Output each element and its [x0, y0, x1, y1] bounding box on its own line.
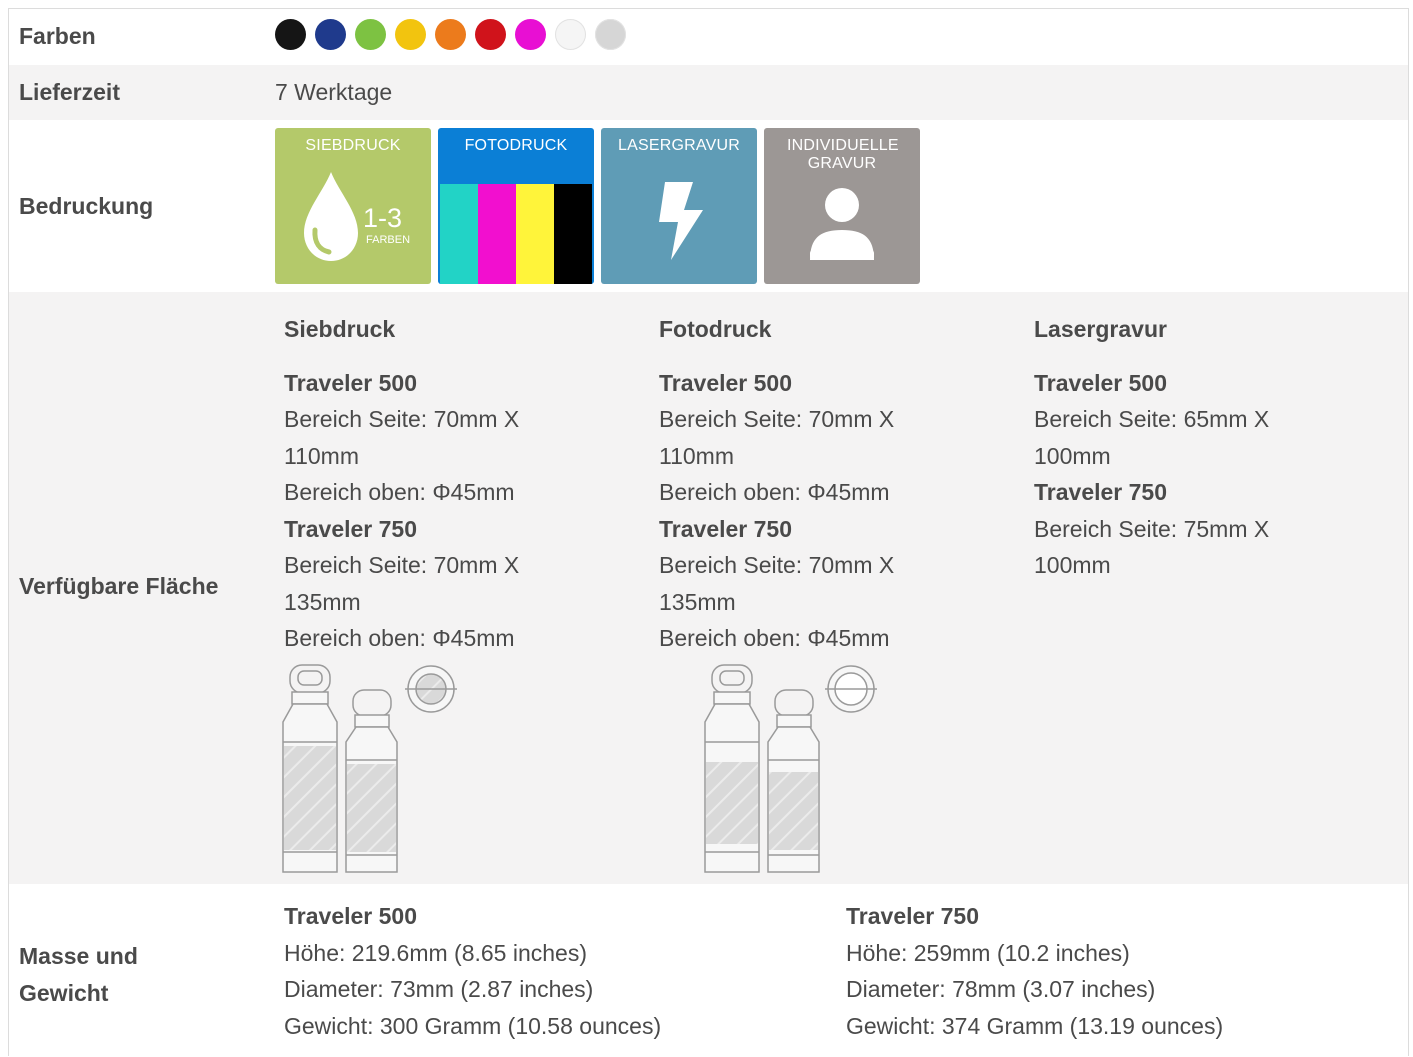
model-title: Traveler 750 [659, 515, 793, 542]
color-swatch[interactable] [435, 19, 466, 50]
model-title: Traveler 500 [284, 903, 418, 929]
row-bedruckung: Bedruckung SIEBDRUCK 1-3 FARBEN FOTODRUC… [9, 120, 1408, 292]
bottle-diagram-siebdruck [282, 664, 457, 873]
color-swatch[interactable] [395, 19, 426, 50]
color-count-sub: FARBEN [366, 234, 411, 246]
area-spec-line: Bereich oben: Φ45mm [284, 625, 515, 651]
model-title: Traveler 500 [284, 369, 418, 396]
cmyk-stripe [478, 184, 516, 284]
row-lieferzeit: Lieferzeit 7 Werktage [9, 65, 1408, 120]
dimensions-traveler-500: Traveler 500 Höhe: 219.6mm (8.65 inches)… [284, 898, 661, 1044]
area-spec-line: Bereich Seite: 75mm X [1034, 515, 1270, 542]
color-swatches [275, 19, 626, 50]
cmyk-stripe [516, 184, 554, 284]
tile-individuelle-gravur[interactable]: INDIVIDUELLE GRAVUR [764, 128, 920, 284]
row-label-bedruckung: Bedruckung [19, 193, 154, 219]
label-line: Masse und [19, 943, 138, 969]
height-value: Höhe: 259mm (10.2 inches) [846, 939, 1130, 966]
model-title: Traveler 500 [659, 369, 793, 396]
weight-value: Gewicht: 300 Gramm (10.58 ounces) [284, 1012, 662, 1039]
weight-value: Gewicht: 374 Gramm (13.19 ounces) [846, 1012, 1224, 1039]
area-spec-line: Bereich oben: Φ45mm [659, 479, 890, 505]
area-spec-line: 110mm [284, 442, 359, 469]
color-swatch[interactable] [595, 19, 626, 50]
tile-title: LASERGRAVUR [618, 137, 740, 154]
area-spec-line: 100mm [1034, 442, 1111, 469]
print-area-column-siebdruck: Siebdruck Traveler 500 Bereich Seite: 70m… [284, 292, 644, 657]
area-spec-line: 135mm [284, 588, 361, 615]
row-masse-gewicht: Masse und Gewicht Traveler 500 Höhe: 219… [9, 884, 1408, 1057]
bottle-diagram-fotodruck [704, 664, 877, 873]
tile-title: FOTODRUCK [464, 137, 568, 154]
tile-title: INDIVIDUELLE GRAVUR [787, 137, 899, 172]
area-spec-line: Bereich Seite: 70mm X [284, 406, 520, 432]
print-area-column-fotodruck: Fotodruck Traveler 500 Bereich Seite: 70m… [659, 292, 1019, 657]
column-heading: Siebdruck [284, 316, 396, 342]
color-swatch[interactable] [315, 19, 346, 50]
tile-lasergravur[interactable]: LASERGRAVUR [601, 128, 757, 284]
color-swatch[interactable] [475, 19, 506, 50]
column-heading: Fotodruck [659, 316, 772, 342]
product-spec-table: Farben Lieferzeit 7 Werktage Bedruckung … [8, 8, 1409, 1056]
diameter-value: Diameter: 73mm (2.87 inches) [284, 976, 594, 1002]
person-icon [810, 188, 874, 260]
model-title: Traveler 750 [846, 903, 980, 929]
row-verfuegbare-flaeche: Verfügbare Fläche Siebdruck Traveler 500… [9, 292, 1408, 884]
label-line: Gewicht [19, 980, 109, 1006]
row-farben: Farben [9, 9, 1408, 65]
print-method-tiles: SIEBDRUCK 1-3 FARBEN FOTODRUCK LASERGRAV… [275, 128, 920, 284]
color-count-badge: 1-3 [363, 203, 403, 233]
cmyk-stripe [440, 184, 478, 284]
model-title: Traveler 750 [1034, 479, 1168, 505]
row-label-lieferzeit: Lieferzeit [19, 79, 120, 105]
area-spec-line: Bereich Seite: 70mm X [284, 552, 520, 578]
tile-fotodruck[interactable]: FOTODRUCK [438, 128, 594, 284]
column-heading: Lasergravur [1034, 316, 1167, 342]
row-label-masse: Masse und Gewicht [19, 938, 138, 1012]
color-swatch[interactable] [515, 19, 546, 50]
drop-icon [304, 172, 358, 261]
height-value: Höhe: 219.6mm (8.65 inches) [284, 939, 587, 966]
area-spec-line: Bereich oben: Φ45mm [284, 479, 515, 505]
area-spec-line: Bereich oben: Φ45mm [659, 625, 890, 651]
tile-title: SIEBDRUCK [305, 137, 401, 154]
area-spec-line: 110mm [659, 442, 734, 469]
area-spec-line: Bereich Seite: 70mm X [659, 552, 895, 578]
color-swatch[interactable] [555, 19, 586, 50]
row-label-farben: Farben [19, 23, 96, 49]
area-spec-line: Bereich Seite: 65mm X [1034, 406, 1270, 432]
dimensions-traveler-750: Traveler 750 Höhe: 259mm (10.2 inches) D… [846, 898, 1223, 1044]
diameter-value: Diameter: 78mm (3.07 inches) [846, 976, 1156, 1002]
row-label-flaeche: Verfügbare Fläche [19, 573, 219, 599]
model-title: Traveler 500 [1034, 369, 1168, 396]
model-title: Traveler 750 [284, 515, 418, 542]
area-spec-line: 100mm [1034, 552, 1111, 578]
cmyk-stripes [440, 184, 592, 284]
delivery-time-value: 7 Werktage [275, 79, 393, 105]
area-spec-line: 135mm [659, 588, 736, 615]
lightning-bolt-icon [659, 182, 703, 260]
color-swatch[interactable] [355, 19, 386, 50]
cmyk-stripe [554, 184, 592, 284]
tile-siebdruck[interactable]: SIEBDRUCK 1-3 FARBEN [275, 128, 431, 284]
area-spec-line: Bereich Seite: 70mm X [659, 406, 895, 432]
print-area-column-lasergravur: Lasergravur Traveler 500 Bereich Seite: 6… [1034, 292, 1394, 584]
color-swatch[interactable] [275, 19, 306, 50]
